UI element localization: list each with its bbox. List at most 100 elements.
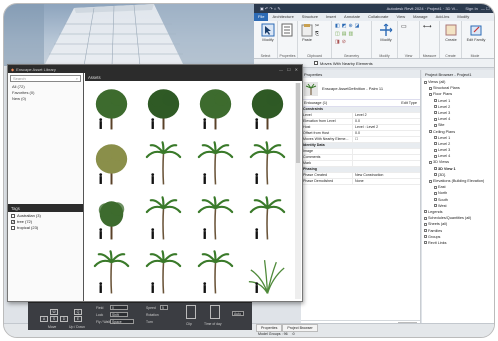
minimize-icon[interactable]: — (279, 67, 283, 72)
asset-thumbnail[interactable] (139, 83, 188, 135)
expand-icon[interactable] (434, 105, 437, 109)
property-value[interactable]: 0.0 (353, 119, 420, 124)
asset-thumbnail[interactable] (243, 83, 292, 135)
ribbon-tab-file[interactable]: File (254, 13, 269, 21)
expand-icon[interactable] (429, 86, 432, 90)
browser-tree-item[interactable]: Revit Links (423, 240, 494, 246)
split-face-icon[interactable]: ▤ (342, 31, 347, 37)
modify-button[interactable]: Modify (257, 23, 279, 49)
quick-access-icons[interactable]: ▣ ↶ ↷ ⌂ ✎ (260, 6, 281, 11)
close-icon[interactable]: ✕ (295, 67, 298, 72)
expand-icon[interactable] (434, 204, 437, 208)
sign-in-link[interactable]: Sign In (465, 6, 477, 11)
ribbon-tab-view[interactable]: View (393, 13, 410, 21)
window-controls[interactable]: — ☐ ✕ (481, 6, 494, 11)
type-selector[interactable]: Enscape AssetDefinition - Palm 11 (301, 78, 420, 100)
asset-thumbnail[interactable] (87, 247, 136, 299)
expand-icon[interactable] (434, 117, 437, 121)
asset-thumbnail[interactable] (139, 192, 188, 245)
copy-icon[interactable]: ⎘ (315, 31, 319, 37)
viewport-3d[interactable] (4, 4, 254, 66)
expand-icon[interactable] (434, 173, 437, 177)
expand-icon[interactable] (424, 222, 427, 226)
asset-thumbnail[interactable] (87, 83, 136, 135)
expand-icon[interactable] (424, 216, 427, 220)
expand-icon[interactable] (429, 160, 432, 164)
ribbon-tab-insert[interactable]: Insert (322, 13, 340, 21)
property-value[interactable]: Level : Level 2 (353, 125, 420, 130)
model-groups[interactable]: Model Groups : 96 (258, 332, 288, 336)
expand-icon[interactable] (434, 123, 437, 127)
asset-thumbnail[interactable] (191, 137, 240, 190)
expand-icon[interactable] (429, 92, 432, 96)
join-icon[interactable]: ⊕ (348, 23, 352, 29)
property-value[interactable] (353, 161, 420, 166)
hide-icon[interactable]: ▭ (401, 23, 407, 30)
expand-icon[interactable] (434, 148, 437, 152)
ribbon-tab-annotate[interactable]: Annotate (340, 13, 364, 21)
expand-icon[interactable] (424, 80, 427, 84)
assets-scrollbar[interactable] (295, 83, 301, 299)
expand-icon[interactable] (434, 167, 437, 171)
unjoin-icon[interactable]: ⊘ (342, 39, 346, 45)
ribbon-tab-architecture[interactable]: Architecture (268, 13, 297, 21)
category-item[interactable]: New (0) (8, 96, 83, 102)
expand-icon[interactable] (429, 179, 432, 183)
auto-button[interactable]: Auto (232, 311, 244, 316)
property-value[interactable]: ☐ (353, 137, 420, 142)
speed-input[interactable]: 5 (160, 305, 168, 310)
property-value[interactable]: New Construction (353, 173, 420, 178)
time-of-day-icon[interactable] (210, 305, 220, 319)
expand-icon[interactable] (429, 130, 432, 133)
asset-thumbnail[interactable] (87, 192, 136, 245)
asset-thumbnail[interactable] (139, 247, 188, 299)
lock-input[interactable]: Shift (110, 312, 128, 317)
ribbon-tab-manage[interactable]: Manage (409, 13, 431, 21)
asset-thumbnail[interactable] (243, 137, 292, 190)
asset-thumbnail[interactable] (139, 137, 188, 190)
paste-button[interactable]: Paste (301, 23, 313, 49)
remove-paint-icon[interactable]: ◨ (335, 39, 340, 45)
cut-icon[interactable]: ✂ (315, 23, 319, 29)
tag-item[interactable]: tropical (23) (8, 225, 83, 231)
expand-icon[interactable] (434, 191, 437, 195)
expand-icon[interactable] (424, 210, 427, 214)
filter-dropdown[interactable]: Entourage (1) (304, 101, 327, 105)
ribbon-tab-addins[interactable]: Add-Ins (432, 13, 454, 21)
ribbon-tab-modify[interactable]: Modify (453, 13, 473, 21)
paint-icon[interactable]: ◪ (355, 23, 360, 29)
property-value[interactable] (353, 149, 420, 154)
asset-thumbnail[interactable] (87, 137, 136, 190)
expand-icon[interactable] (424, 235, 427, 239)
maximize-icon[interactable]: ☐ (287, 67, 291, 72)
ribbon-tab-collaborate[interactable]: Collaborate (364, 13, 392, 21)
edit-type-button[interactable]: Edit Type (401, 101, 417, 105)
property-value[interactable]: Level 2 (353, 113, 420, 118)
expand-icon[interactable] (424, 229, 427, 232)
tab-properties[interactable]: Properties (256, 324, 283, 332)
asset-thumbnail[interactable] (191, 83, 240, 135)
tag-checkbox[interactable] (11, 226, 15, 230)
expand-icon[interactable] (434, 154, 437, 158)
edit-family-button[interactable]: Edit Family (465, 23, 487, 49)
cope-icon[interactable]: ◧ (335, 23, 340, 29)
property-value[interactable] (353, 155, 420, 160)
property-value[interactable]: None (353, 179, 420, 184)
tab-project-browser[interactable]: Project Browser (282, 324, 318, 332)
tag-checkbox[interactable]: ✓ (11, 220, 15, 224)
measure-icon[interactable]: ⟷ (423, 23, 432, 30)
expand-icon[interactable] (434, 185, 437, 189)
asset-thumbnail[interactable] (191, 192, 240, 245)
modify-tools-button[interactable]: Modify (375, 23, 397, 49)
clip-icon[interactable] (186, 305, 196, 319)
expand-icon[interactable] (434, 142, 437, 146)
asset-thumbnail[interactable] (243, 192, 292, 245)
scrollbar-thumb[interactable] (296, 83, 300, 163)
ribbon-tab-structure[interactable]: Structure (298, 13, 322, 21)
flywalk-key[interactable]: Space (110, 319, 134, 324)
cut-geometry-icon[interactable]: ◩ (342, 23, 347, 29)
property-value[interactable]: 0.0 (353, 131, 420, 136)
field-input[interactable]: 0 (110, 305, 128, 310)
demolish-icon[interactable]: ▥ (348, 31, 353, 37)
expand-icon[interactable] (434, 99, 437, 103)
